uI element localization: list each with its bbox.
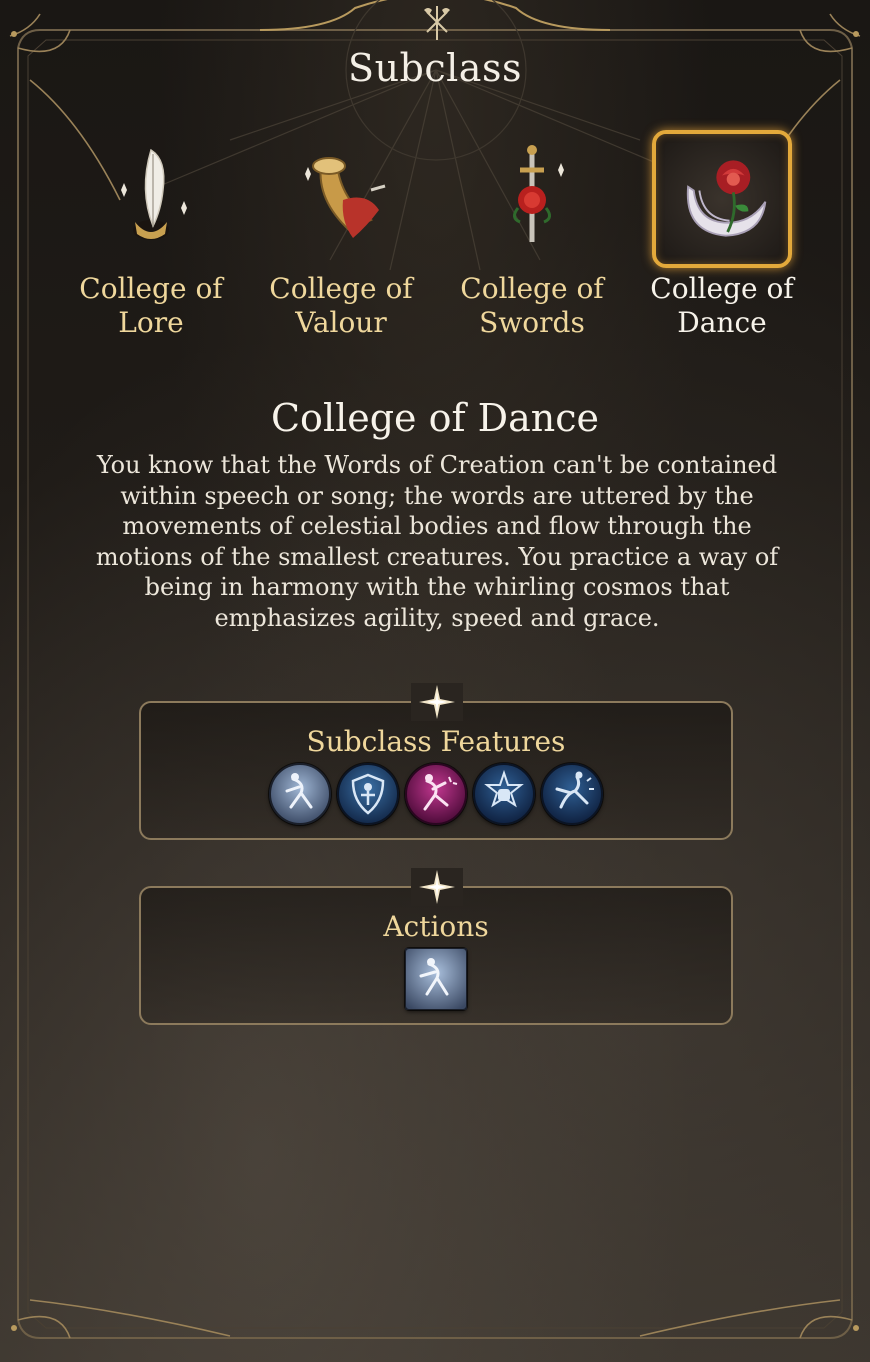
- agile-performer-icon[interactable]: [405, 763, 467, 825]
- martial-arts-fist-icon[interactable]: [473, 763, 535, 825]
- quill-inkwell-icon: [81, 130, 221, 268]
- subclass-option-dance[interactable]: College of Dance: [627, 130, 817, 350]
- panel-title: Subclass: [348, 46, 522, 90]
- subclass-label: College of Swords: [460, 272, 604, 339]
- subclass-label: College of Lore: [79, 272, 223, 339]
- actions-title: Actions: [383, 910, 489, 943]
- subclass-option-swords[interactable]: College of Swords: [437, 130, 627, 350]
- subclass-option-valour[interactable]: College of Valour: [246, 130, 436, 350]
- dazzling-footwork-icon[interactable]: [269, 763, 331, 825]
- actions-box: Actions: [139, 868, 733, 1025]
- crossed-axes-emblem-icon: [420, 2, 454, 42]
- subclass-option-lore[interactable]: College of Lore: [56, 130, 246, 350]
- features-icon-row: [141, 763, 731, 825]
- rose-crescent-icon: [652, 130, 792, 268]
- features-title: Subclass Features: [306, 725, 566, 758]
- subclass-label: College of Valour: [269, 272, 413, 339]
- actions-icon-row: [141, 948, 731, 1010]
- dagger-rose-icon: [462, 130, 602, 268]
- subclass-panel: Subclass College of Lore College of Valo…: [0, 0, 870, 1362]
- subclass-description: You know that the Words of Creation can'…: [95, 451, 779, 632]
- star-ornament-icon: [411, 683, 463, 721]
- subclass-detail-title: College of Dance: [270, 396, 600, 440]
- star-ornament-icon: [411, 868, 463, 906]
- war-horn-icon: [271, 130, 411, 268]
- unarmored-defence-icon[interactable]: [337, 763, 399, 825]
- dance-leap-icon[interactable]: [541, 763, 603, 825]
- dazzling-footwork-action-icon[interactable]: [405, 948, 467, 1010]
- subclass-features-box: Subclass Features: [139, 683, 733, 840]
- subclass-label: College of Dance: [650, 272, 794, 339]
